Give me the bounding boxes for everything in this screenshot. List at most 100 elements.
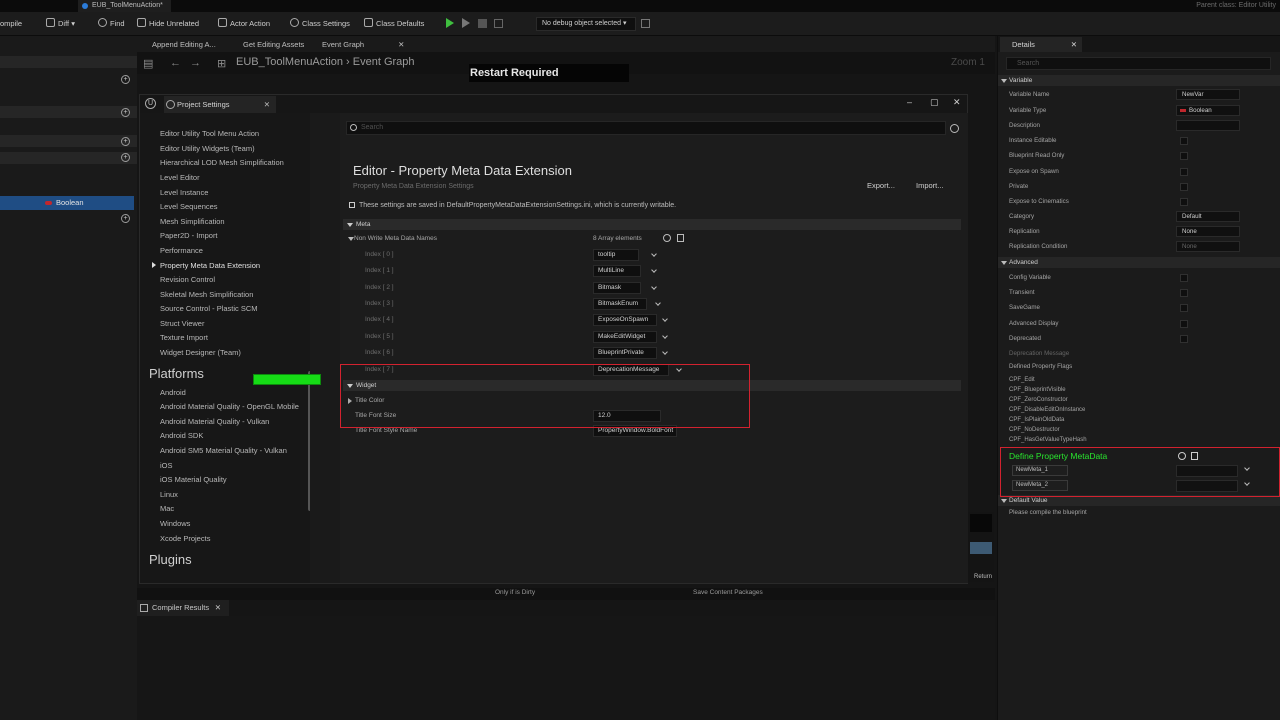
debug-toggle-icon[interactable] bbox=[641, 19, 650, 28]
breadcrumb[interactable]: EUB_ToolMenuAction › Event Graph bbox=[236, 56, 415, 68]
nav-item[interactable]: Texture Import bbox=[160, 333, 208, 342]
nav-item[interactable]: Skeletal Mesh Simplification bbox=[160, 290, 253, 299]
trash-icon[interactable] bbox=[677, 234, 684, 242]
graph-menu-icon[interactable]: ▤ bbox=[143, 57, 153, 70]
variable-name-input[interactable]: NewVar bbox=[1176, 89, 1240, 100]
chevron-down-icon[interactable] bbox=[662, 333, 668, 339]
nav-item[interactable]: Hierarchical LOD Mesh Simplification bbox=[160, 158, 284, 167]
class-settings-button[interactable]: Class Settings bbox=[290, 18, 350, 30]
chevron-down-icon[interactable] bbox=[651, 251, 657, 257]
actor-action-button[interactable]: Actor Action bbox=[218, 18, 270, 30]
export-button[interactable]: Export... bbox=[867, 179, 895, 193]
find-button[interactable]: Find bbox=[98, 18, 125, 30]
nav-item[interactable]: Level Instance bbox=[160, 188, 208, 197]
nav-item[interactable]: Performance bbox=[160, 246, 203, 255]
close-icon[interactable]: ✕ bbox=[398, 40, 404, 49]
class-defaults-button[interactable]: Class Defaults bbox=[364, 18, 424, 30]
hide-unrelated-button[interactable]: Hide Unrelated bbox=[137, 18, 199, 30]
nav-item[interactable]: Android SM5 Material Quality - Vulkan bbox=[160, 446, 287, 455]
nav-item[interactable]: Editor Utility Widgets (Team) bbox=[160, 144, 255, 153]
tab-get-editing-assets[interactable]: Get Editing Assets bbox=[243, 38, 304, 52]
nav-item[interactable]: iOS Material Quality bbox=[160, 475, 227, 484]
blueprint-read-only-checkbox[interactable] bbox=[1180, 152, 1188, 160]
meta-name-combo[interactable]: BitmaskEnum bbox=[593, 298, 647, 310]
meta-name-combo[interactable]: MakeEditWidget bbox=[593, 331, 657, 343]
play-icon[interactable] bbox=[446, 18, 454, 28]
nav-item[interactable]: Windows bbox=[160, 519, 190, 528]
add-graph-icon[interactable]: + bbox=[121, 137, 130, 146]
panel-row[interactable] bbox=[0, 152, 137, 164]
nav-item[interactable]: Android Material Quality - Vulkan bbox=[160, 417, 269, 426]
close-icon[interactable]: ✕ bbox=[1071, 37, 1077, 52]
tab-append-editing[interactable]: Append Editing A... bbox=[152, 38, 216, 52]
panel-row[interactable] bbox=[0, 56, 137, 68]
details-search-input[interactable]: Search bbox=[1006, 57, 1271, 70]
tab-project-settings[interactable]: Project Settings ✕ bbox=[164, 96, 276, 113]
nav-item[interactable]: Struct Viewer bbox=[160, 319, 204, 328]
maximize-icon[interactable]: ▢ bbox=[930, 97, 939, 108]
nav-item[interactable]: Android bbox=[160, 388, 186, 397]
meta-name-combo[interactable]: tooltip bbox=[593, 249, 639, 261]
tab-compiler-results[interactable]: Compiler Results ✕ bbox=[137, 600, 229, 616]
expose-on-spawn-checkbox[interactable] bbox=[1180, 168, 1188, 176]
variable-type-select[interactable]: Boolean bbox=[1176, 105, 1240, 116]
nav-item[interactable]: Mesh Simplification bbox=[160, 217, 225, 226]
chevron-down-icon[interactable] bbox=[662, 316, 668, 322]
nav-item[interactable]: Xcode Projects bbox=[160, 534, 210, 543]
variable-row-selected[interactable]: Boolean bbox=[0, 196, 134, 210]
nav-item[interactable]: Mac bbox=[160, 504, 174, 513]
tree-icon[interactable]: ⊞ bbox=[217, 57, 226, 70]
replication-select[interactable]: None bbox=[1176, 226, 1240, 237]
savegame-checkbox[interactable] bbox=[1180, 304, 1188, 312]
chevron-down-icon[interactable] bbox=[662, 349, 668, 355]
advanced-display-checkbox[interactable] bbox=[1180, 320, 1188, 328]
back-arrow-icon[interactable]: ← bbox=[170, 57, 181, 69]
transient-checkbox[interactable] bbox=[1180, 289, 1188, 297]
debug-object-select[interactable]: No debug object selected ▾ bbox=[536, 17, 636, 31]
gear-icon[interactable] bbox=[950, 124, 959, 133]
nav-scrollbar[interactable] bbox=[308, 371, 310, 511]
add-element-icon[interactable] bbox=[663, 234, 671, 242]
diff-button[interactable]: Diff ▾ bbox=[46, 18, 75, 30]
step-icon[interactable] bbox=[462, 18, 470, 28]
eject-icon[interactable] bbox=[494, 19, 503, 28]
nav-item[interactable]: Android SDK bbox=[160, 431, 203, 440]
meta-name-combo[interactable]: ExposeOnSpawn bbox=[593, 314, 657, 326]
description-input[interactable] bbox=[1176, 120, 1240, 131]
nav-item[interactable]: iOS bbox=[160, 461, 173, 470]
meta-name-combo[interactable]: BlueprintPrivate bbox=[593, 347, 657, 359]
compile-button[interactable]: ompile bbox=[0, 18, 22, 30]
nav-item[interactable]: Paper2D - Import bbox=[160, 231, 218, 240]
category-select[interactable]: Default bbox=[1176, 211, 1240, 222]
chevron-down-icon[interactable] bbox=[655, 300, 661, 306]
advanced-section-header[interactable]: Advanced bbox=[998, 257, 1280, 268]
close-icon[interactable]: ✕ bbox=[264, 96, 270, 113]
asset-tab[interactable]: EUB_ToolMenuAction* bbox=[78, 0, 171, 12]
stop-icon[interactable] bbox=[478, 19, 487, 28]
meta-name-combo[interactable]: Bitmask bbox=[593, 282, 641, 294]
instance-editable-checkbox[interactable] bbox=[1180, 137, 1188, 145]
nav-item[interactable]: Android Material Quality - OpenGL Mobile bbox=[160, 402, 299, 411]
import-button[interactable]: Import... bbox=[916, 179, 944, 193]
forward-arrow-icon[interactable]: → bbox=[190, 57, 201, 69]
chevron-down-icon[interactable] bbox=[651, 284, 657, 290]
chevron-down-icon[interactable] bbox=[651, 267, 657, 273]
nav-item[interactable]: Level Sequences bbox=[160, 202, 218, 211]
meta-section-header[interactable]: Meta bbox=[343, 219, 961, 230]
minimize-icon[interactable]: – bbox=[907, 97, 912, 107]
tab-event-graph[interactable]: Event Graph ✕ bbox=[322, 38, 404, 52]
nav-item[interactable]: Level Editor bbox=[160, 173, 200, 182]
nav-item[interactable]: Revision Control bbox=[160, 275, 215, 284]
replication-condition-select[interactable]: None bbox=[1176, 241, 1240, 252]
add-macro-icon[interactable]: + bbox=[121, 108, 130, 117]
expose-cinematics-checkbox[interactable] bbox=[1180, 198, 1188, 206]
add-function-icon[interactable]: + bbox=[121, 75, 130, 84]
add-variable-icon[interactable]: + bbox=[121, 153, 130, 162]
close-icon[interactable]: ✕ bbox=[215, 600, 221, 616]
nav-item[interactable]: Linux bbox=[160, 490, 178, 499]
close-window-icon[interactable]: ✕ bbox=[953, 97, 961, 108]
panel-row[interactable] bbox=[0, 135, 137, 147]
title-color-swatch[interactable] bbox=[253, 374, 321, 385]
nav-item-selected[interactable]: Property Meta Data Extension bbox=[160, 261, 260, 270]
config-variable-checkbox[interactable] bbox=[1180, 274, 1188, 282]
